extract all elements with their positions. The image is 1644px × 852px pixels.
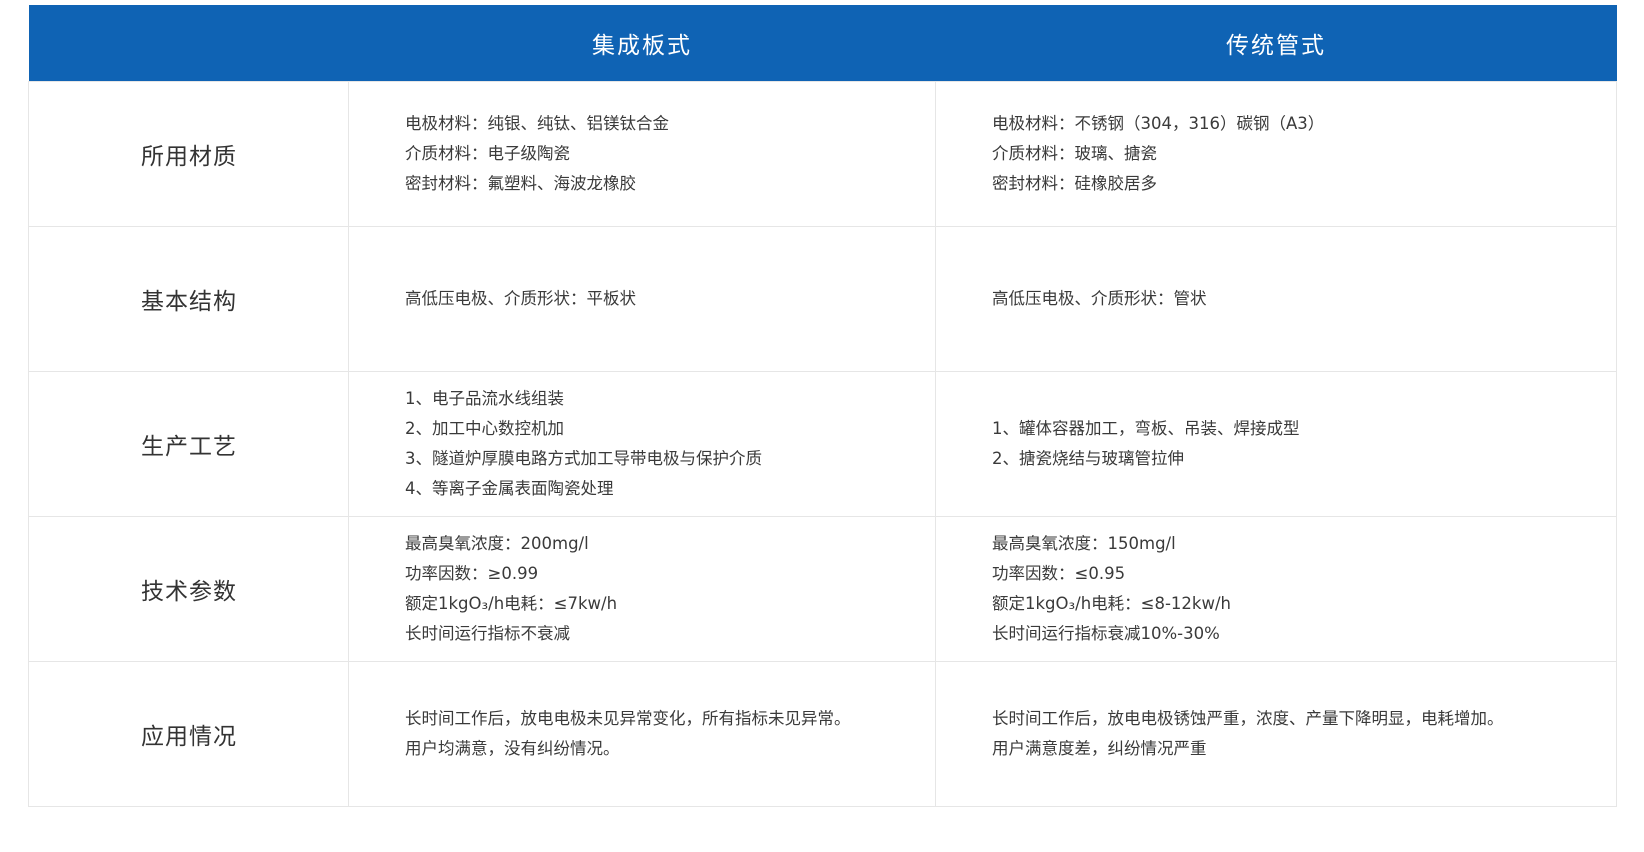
table-row: 基本结构 高低压电极、介质形状：平板状 高低压电极、介质形状：管状 bbox=[28, 225, 1617, 372]
cell-line: 高低压电极、介质形状：管状 bbox=[992, 288, 1207, 308]
integrated-plate-cell: 最高臭氧浓度：200mg/l 功率因数：≥0.99 额定1kgO₃/h电耗：≤7… bbox=[348, 515, 936, 662]
cell-line: 1、电子品流水线组装 bbox=[405, 388, 564, 408]
cell-line: 长时间运行指标衰减10%-30% bbox=[992, 623, 1220, 643]
cell-line: 3、隧道炉厚膜电路方式加工导带电极与保护介质 bbox=[405, 448, 762, 468]
cell-line: 4、等离子金属表面陶瓷处理 bbox=[405, 478, 614, 498]
cell-line: 密封材料：氟塑料、海波龙橡胶 bbox=[405, 173, 636, 193]
comparison-table-container: 集成板式 传统管式 所用材质 电极材料：纯银、纯钛、铝镁钛合金 介质材料：电子级… bbox=[28, 5, 1617, 807]
table-row: 应用情况 长时间工作后，放电电极未见异常变化，所有指标未见异常。 用户均满意，没… bbox=[28, 660, 1617, 807]
row-label: 应用情况 bbox=[28, 660, 349, 807]
traditional-tube-cell: 最高臭氧浓度：150mg/l 功率因数：≤0.95 额定1kgO₃/h电耗：≤8… bbox=[935, 515, 1617, 662]
traditional-tube-cell: 电极材料：不锈钢（304，316）碳钢（A3） 介质材料：玻璃、搪瓷 密封材料：… bbox=[935, 80, 1617, 227]
cell-line: 介质材料：玻璃、搪瓷 bbox=[992, 143, 1157, 163]
header-row: 集成板式 传统管式 bbox=[28, 5, 1617, 81]
cell-line: 长时间工作后，放电电极未见异常变化，所有指标未见异常。 bbox=[405, 708, 851, 728]
row-label: 生产工艺 bbox=[28, 370, 349, 517]
cell-line: 2、搪瓷烧结与玻璃管拉伸 bbox=[992, 448, 1184, 468]
traditional-tube-cell: 1、罐体容器加工，弯板、吊装、焊接成型 2、搪瓷烧结与玻璃管拉伸 bbox=[935, 370, 1617, 517]
cell-line: 电极材料：纯银、纯钛、铝镁钛合金 bbox=[405, 113, 669, 133]
traditional-tube-cell: 高低压电极、介质形状：管状 bbox=[935, 225, 1617, 372]
cell-line: 电极材料：不锈钢（304，316）碳钢（A3） bbox=[992, 113, 1325, 133]
cell-line: 用户满意度差，纠纷情况严重 bbox=[992, 738, 1207, 758]
integrated-plate-cell: 长时间工作后，放电电极未见异常变化，所有指标未见异常。 用户均满意，没有纠纷情况… bbox=[348, 660, 936, 807]
header-empty-cell bbox=[29, 5, 349, 81]
table-row: 技术参数 最高臭氧浓度：200mg/l 功率因数：≥0.99 额定1kgO₃/h… bbox=[28, 515, 1617, 662]
cell-line: 功率因数：≤0.95 bbox=[992, 563, 1126, 583]
cell-line: 介质材料：电子级陶瓷 bbox=[405, 143, 570, 163]
cell-line: 最高臭氧浓度：150mg/l bbox=[992, 533, 1176, 553]
row-label: 所用材质 bbox=[28, 80, 349, 227]
header-integrated-plate: 集成板式 bbox=[592, 32, 692, 59]
cell-line: 长时间运行指标不衰减 bbox=[405, 623, 570, 643]
cell-line: 高低压电极、介质形状：平板状 bbox=[405, 288, 636, 308]
cell-line: 功率因数：≥0.99 bbox=[405, 563, 539, 583]
table-row: 生产工艺 1、电子品流水线组装 2、加工中心数控机加 3、隧道炉厚膜电路方式加工… bbox=[28, 370, 1617, 517]
cell-line: 用户均满意，没有纠纷情况。 bbox=[405, 738, 620, 758]
cell-line: 额定1kgO₃/h电耗：≤7kw/h bbox=[405, 593, 618, 613]
traditional-tube-cell: 长时间工作后，放电电极锈蚀严重，浓度、产量下降明显，电耗增加。 用户满意度差，纠… bbox=[935, 660, 1617, 807]
cell-line: 额定1kgO₃/h电耗：≤8-12kw/h bbox=[992, 593, 1231, 613]
cell-line: 最高臭氧浓度：200mg/l bbox=[405, 533, 589, 553]
header-traditional-tube: 传统管式 bbox=[1226, 32, 1326, 59]
table-header: 集成板式 传统管式 bbox=[28, 5, 1617, 81]
comparison-table: 集成板式 传统管式 所用材质 电极材料：纯银、纯钛、铝镁钛合金 介质材料：电子级… bbox=[28, 5, 1617, 807]
row-label: 技术参数 bbox=[28, 515, 349, 662]
integrated-plate-cell: 电极材料：纯银、纯钛、铝镁钛合金 介质材料：电子级陶瓷 密封材料：氟塑料、海波龙… bbox=[348, 80, 936, 227]
cell-line: 2、加工中心数控机加 bbox=[405, 418, 564, 438]
table-body: 所用材质 电极材料：纯银、纯钛、铝镁钛合金 介质材料：电子级陶瓷 密封材料：氟塑… bbox=[28, 80, 1617, 807]
table-row: 所用材质 电极材料：纯银、纯钛、铝镁钛合金 介质材料：电子级陶瓷 密封材料：氟塑… bbox=[28, 80, 1617, 227]
integrated-plate-cell: 1、电子品流水线组装 2、加工中心数控机加 3、隧道炉厚膜电路方式加工导带电极与… bbox=[348, 370, 936, 517]
integrated-plate-cell: 高低压电极、介质形状：平板状 bbox=[348, 225, 936, 372]
cell-line: 1、罐体容器加工，弯板、吊装、焊接成型 bbox=[992, 418, 1300, 438]
row-label: 基本结构 bbox=[28, 225, 349, 372]
cell-line: 长时间工作后，放电电极锈蚀严重，浓度、产量下降明显，电耗增加。 bbox=[992, 708, 1504, 728]
cell-line: 密封材料：硅橡胶居多 bbox=[992, 173, 1157, 193]
